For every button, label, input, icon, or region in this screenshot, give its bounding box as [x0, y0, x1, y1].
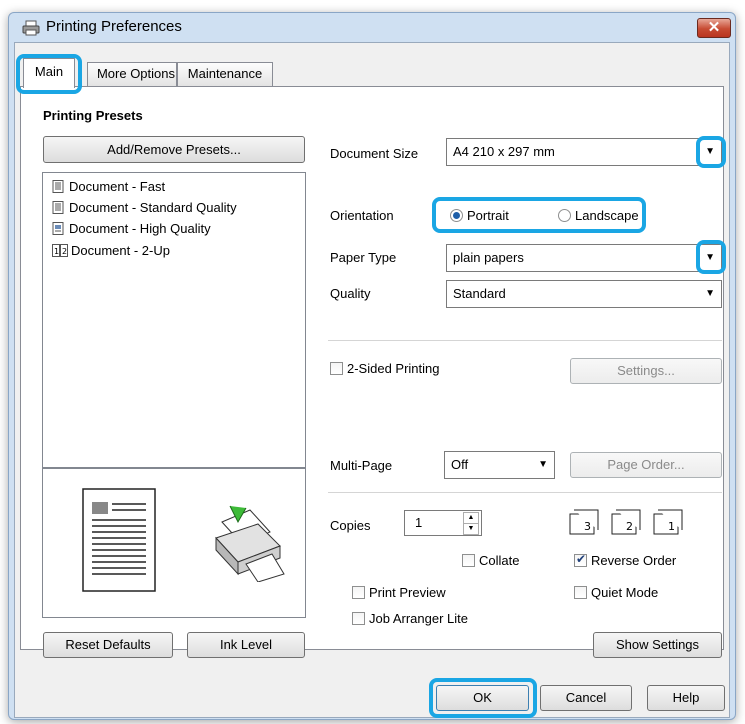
preset-item[interactable]: Document - High Quality: [69, 221, 211, 236]
svg-text:1: 1: [668, 520, 675, 533]
landscape-label[interactable]: Landscape: [575, 208, 639, 223]
chevron-down-icon: ▼: [538, 459, 548, 470]
portrait-label[interactable]: Portrait: [467, 208, 509, 223]
paper-type-dropdown[interactable]: plain papers ▼: [446, 244, 722, 272]
document-icon: [52, 201, 64, 214]
quality-dropdown[interactable]: Standard ▼: [446, 280, 722, 308]
tab-main-highlight: [16, 54, 82, 94]
quality-value: Standard: [453, 286, 506, 301]
print-preview-label[interactable]: Print Preview: [369, 585, 446, 600]
two-sided-settings-button[interactable]: Settings...: [570, 358, 722, 384]
divider: [328, 492, 722, 493]
copies-label: Copies: [330, 518, 371, 533]
add-remove-presets-button[interactable]: Add/Remove Presets...: [43, 136, 305, 163]
document-size-label: Document Size: [330, 146, 419, 161]
multi-page-value: Off: [451, 457, 469, 472]
print-preview-checkbox[interactable]: [352, 586, 365, 599]
show-settings-button[interactable]: Show Settings: [593, 632, 722, 658]
divider: [328, 340, 722, 341]
job-arranger-label[interactable]: Job Arranger Lite: [369, 611, 468, 626]
quality-label: Quality: [330, 286, 371, 301]
dropdown-highlight: [696, 240, 726, 274]
document-size-dropdown[interactable]: A4 210 x 297 mm ▼: [446, 138, 722, 166]
reset-defaults-button[interactable]: Reset Defaults: [43, 632, 173, 658]
preset-item[interactable]: Document - Standard Quality: [69, 200, 237, 215]
page-preview-icon: [82, 488, 156, 592]
two-sided-checkbox[interactable]: [330, 362, 343, 375]
collate-label[interactable]: Collate: [479, 553, 519, 568]
help-button[interactable]: Help: [647, 685, 725, 711]
presets-heading: Printing Presets: [43, 108, 143, 123]
copies-spinner[interactable]: 1 ▲ ▼: [404, 510, 482, 536]
svg-text:2: 2: [62, 247, 67, 256]
portrait-radio[interactable]: [450, 209, 463, 222]
quiet-mode-checkbox[interactable]: [574, 586, 587, 599]
two-sided-label[interactable]: 2-Sided Printing: [347, 361, 440, 376]
document-icon: [52, 180, 64, 193]
tab-maintenance[interactable]: Maintenance: [177, 62, 273, 86]
preset-item[interactable]: Document - Fast: [69, 179, 165, 194]
document-size-value: A4 210 x 297 mm: [453, 144, 555, 159]
orientation-label: Orientation: [330, 208, 394, 223]
reverse-order-checkbox[interactable]: ✔: [574, 552, 587, 567]
paper-type-label: Paper Type: [330, 250, 397, 265]
spin-down-icon[interactable]: ▼: [463, 523, 479, 535]
reverse-order-label[interactable]: Reverse Order: [591, 553, 676, 568]
checkmark-icon: ✔: [576, 552, 587, 566]
printer-illustration-icon: [215, 505, 285, 582]
job-arranger-checkbox[interactable]: [352, 612, 365, 625]
two-up-icon: 12: [52, 244, 68, 257]
ink-level-button[interactable]: Ink Level: [187, 632, 305, 658]
dropdown-highlight: [696, 136, 726, 168]
paper-type-value: plain papers: [453, 250, 524, 265]
multi-page-label: Multi-Page: [330, 458, 393, 473]
page-order-stack-icon: 3 2 1: [569, 509, 683, 535]
presets-list: [42, 172, 306, 468]
chevron-down-icon: ▼: [705, 288, 715, 299]
printer-icon: [22, 20, 40, 36]
copies-value: 1: [415, 515, 423, 530]
page-order-button[interactable]: Page Order...: [570, 452, 722, 478]
window-title: Printing Preferences: [46, 18, 182, 35]
quiet-mode-label[interactable]: Quiet Mode: [591, 585, 658, 600]
ok-highlight: [429, 678, 537, 718]
high-quality-document-icon: [52, 222, 64, 235]
multi-page-dropdown[interactable]: Off ▼: [444, 451, 555, 479]
svg-text:1: 1: [54, 247, 59, 256]
svg-text:3: 3: [584, 520, 591, 533]
close-button[interactable]: ✕: [697, 18, 731, 38]
cancel-button[interactable]: Cancel: [540, 685, 632, 711]
collate-checkbox[interactable]: [462, 554, 475, 567]
svg-text:2: 2: [626, 520, 633, 533]
tab-more-options[interactable]: More Options: [87, 62, 177, 86]
preset-item[interactable]: Document - 2-Up: [71, 243, 170, 258]
landscape-radio[interactable]: [558, 209, 571, 222]
